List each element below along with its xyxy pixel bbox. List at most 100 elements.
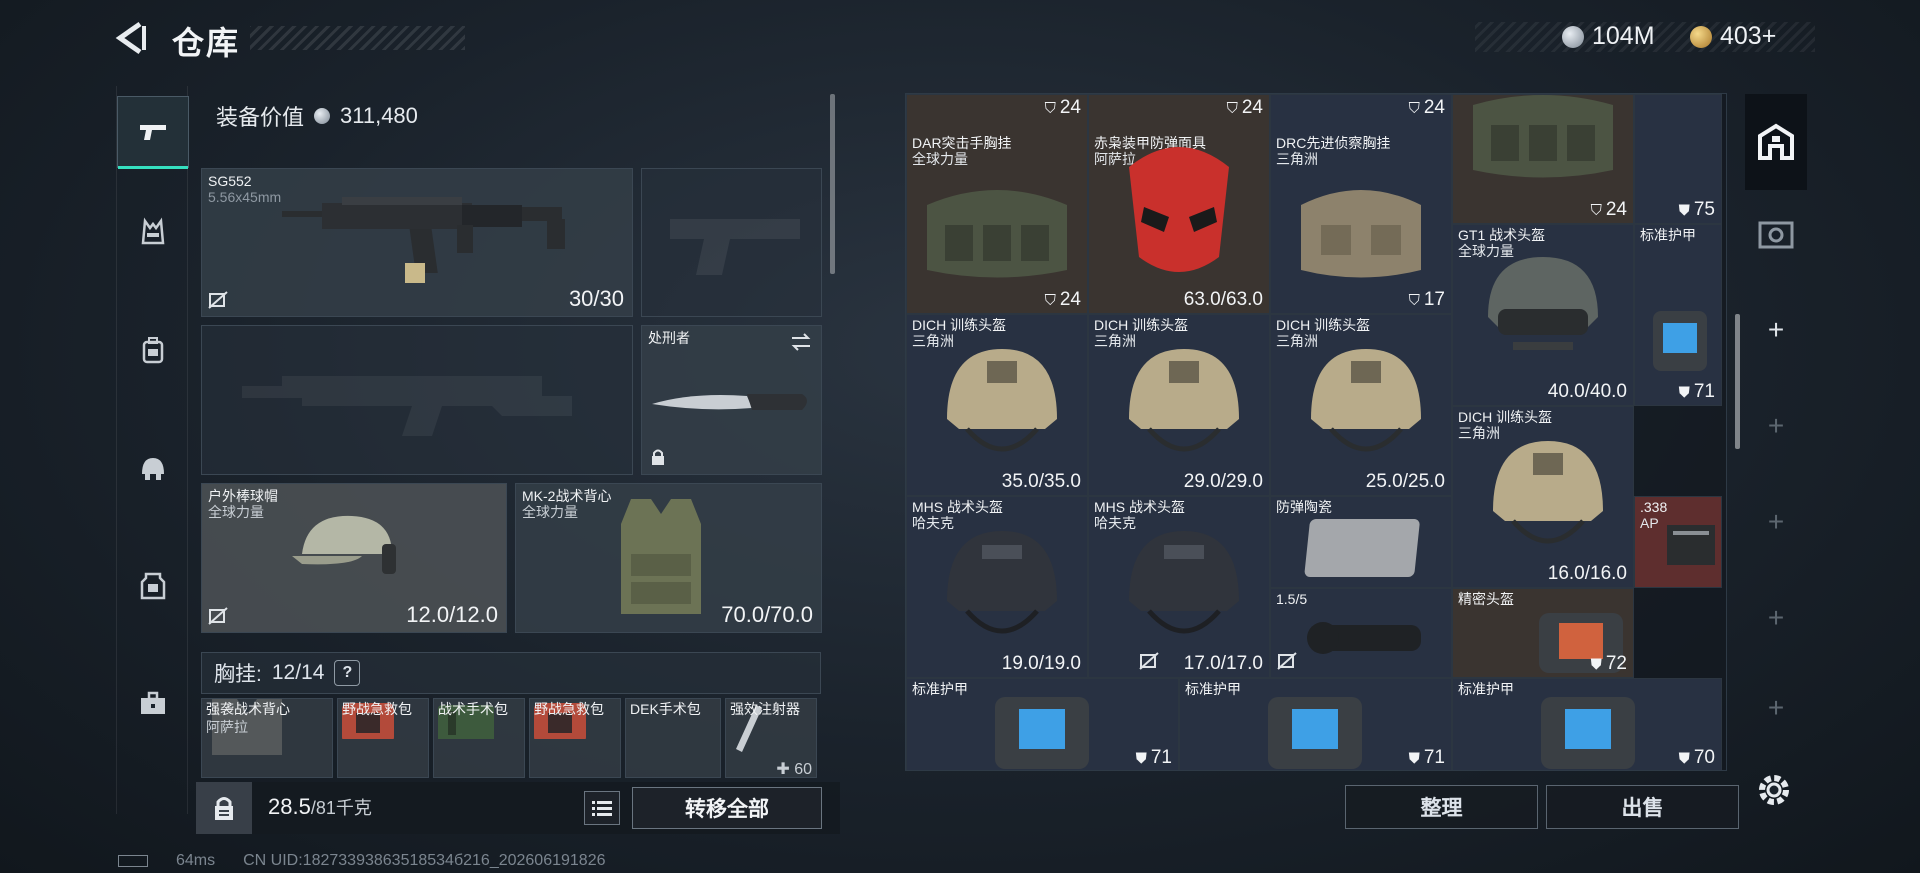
secondary-weapon-slot[interactable] — [641, 168, 822, 317]
armor-slot[interactable]: MK-2战术背心 全球力量 70.0/70.0 — [515, 483, 822, 633]
storage-item[interactable]: 精密头盔 ⛊ 72 — [1452, 588, 1634, 678]
add-warehouse-button[interactable]: + — [1745, 290, 1807, 370]
storage-item[interactable]: ⛉ 24 DAR突击手胸挂 全球力量 ⛉ 24 — [906, 94, 1088, 314]
transfer-all-button[interactable]: 转移全部 — [632, 787, 822, 829]
storage-item[interactable]: DICH 训练头盔 三角洲 16.0/16.0 — [1452, 406, 1634, 588]
plus-icon: + — [1767, 506, 1785, 537]
chest-rig-image — [1473, 95, 1613, 178]
sell-button[interactable]: 出售 — [1546, 785, 1739, 829]
item-name: 标准护甲 — [1640, 227, 1696, 243]
item-sub: AP — [1640, 515, 1659, 531]
rail-supplies[interactable] — [117, 668, 189, 740]
vest-image — [621, 499, 701, 614]
equipment-value: 装备价值 311,480 — [216, 100, 418, 132]
lock-icon — [652, 449, 664, 465]
storage-item[interactable]: 标准护甲 ⛊ 70 — [1452, 678, 1722, 770]
swap-icon[interactable] — [789, 332, 813, 352]
pistol-silhouette-icon — [670, 219, 800, 275]
add-warehouse-button[interactable]: + — [1745, 578, 1807, 658]
item-name: 精密头盔 — [1458, 591, 1514, 607]
warehouse-tab[interactable] — [1745, 94, 1807, 190]
lock-button[interactable] — [196, 782, 252, 834]
add-warehouse-button[interactable]: + — [1745, 482, 1807, 562]
storage-item[interactable]: MHS 战术头盔 哈夫克 19.0/19.0 — [906, 496, 1088, 678]
rail-chest-rig[interactable] — [117, 196, 189, 268]
item-count-top: ⛉ 24 — [1226, 97, 1263, 118]
storage-item[interactable]: ⛉ 24 DRC先进侦察胸挂 三角洲 ⛉ 17 — [1270, 94, 1452, 314]
add-warehouse-button[interactable]: + — [1745, 386, 1807, 466]
insurance-off-icon — [208, 291, 228, 309]
backup-weapon-slot[interactable] — [201, 325, 633, 475]
ceramic-plate-image — [1304, 519, 1420, 577]
item-name: DEK手术包 — [630, 701, 701, 717]
chest-rig-item[interactable]: 战术手术包 — [433, 698, 525, 778]
training-helmet-image — [947, 349, 1057, 452]
item-name: DRC先进侦察胸挂 — [1276, 135, 1391, 151]
storage-item[interactable]: MHS 战术头盔 哈夫克 17.0/17.0 — [1088, 496, 1270, 678]
chest-rig-capacity: 12/14 — [271, 661, 325, 684]
settings-gear-icon[interactable] — [1754, 770, 1794, 810]
rig-icon: ⛉ — [1226, 100, 1238, 117]
item-name: 野战急救包 — [342, 701, 412, 717]
helmet-durability: 12.0/12.0 — [406, 602, 498, 627]
item-durability: 63.0/63.0 — [1183, 289, 1263, 310]
pistol-icon — [140, 125, 166, 140]
help-button[interactable]: ? — [334, 660, 361, 686]
storage-item[interactable]: 标准护甲 ⛊ 71 — [1179, 678, 1452, 770]
storage-item[interactable]: GT1 战术头盔 全球力量 40.0/40.0 — [1452, 224, 1634, 406]
item-durability: 17.0/17.0 — [1183, 653, 1263, 674]
armor-case-image — [1541, 697, 1635, 769]
backpack-icon — [142, 337, 164, 364]
chest-rig-item[interactable]: 强袭战术背心 阿萨拉 — [201, 698, 333, 778]
list-view-button[interactable] — [584, 791, 620, 825]
equipment-value-label: 装备价值 — [216, 105, 305, 130]
add-warehouse-button[interactable]: + — [1745, 668, 1807, 748]
primary-weapon-slot[interactable]: SG552 5.56x45mm 30/30 — [201, 168, 633, 317]
storage-item[interactable]: DICH 训练头盔 三角洲 29.0/29.0 — [1088, 314, 1270, 496]
silver-currency[interactable]: 104M — [1562, 22, 1655, 51]
storage-item[interactable]: ⛊ 75 — [1634, 94, 1722, 224]
item-value: ✚ 60 — [776, 761, 812, 778]
item-value: ⛊ 70 — [1678, 747, 1715, 768]
storage-item[interactable]: 1.5/5 — [1270, 588, 1452, 678]
rail-helmet[interactable] — [117, 432, 189, 504]
item-value: ⛊ 75 — [1678, 199, 1715, 220]
helmet-slot[interactable]: 户外棒球帽 全球力量 12.0/12.0 — [201, 483, 507, 633]
storage-item[interactable]: 标准护甲 ⛊ 71 — [1634, 224, 1722, 406]
storage-scrollbar[interactable] — [1735, 314, 1740, 449]
chest-rig-item[interactable]: 强效注射器 ✚ 60 — [725, 698, 817, 778]
item-count-top: ⛉ 24 — [1408, 97, 1445, 118]
chest-rig-item[interactable]: 野战急救包 — [337, 698, 429, 778]
rig-icon: ⛉ — [1408, 100, 1420, 117]
storage-item[interactable]: 标准护甲 ⛊ 71 — [906, 678, 1179, 770]
tactical-helmet-image — [1488, 257, 1598, 350]
storage-item[interactable]: ⛉ 24 — [1452, 94, 1634, 224]
rail-armor[interactable] — [117, 550, 189, 622]
storage-item[interactable]: DICH 训练头盔 三角洲 25.0/25.0 — [1270, 314, 1452, 496]
item-name: DAR突击手胸挂 — [912, 135, 1012, 151]
equipment-value-amount: 311,480 — [340, 103, 418, 128]
back-button[interactable] — [112, 18, 152, 58]
item-name: MHS 战术头盔 — [1094, 499, 1185, 515]
equipment-scrollbar[interactable] — [830, 94, 835, 274]
storage-item[interactable]: ⛉ 24 赤枭装甲防弹面具 阿萨拉 63.0/63.0 — [1088, 94, 1270, 314]
chest-rig-item[interactable]: DEK手术包 — [625, 698, 721, 778]
item-faction: 阿萨拉 — [206, 719, 248, 735]
item-value: ⛉ 24 — [1044, 289, 1081, 310]
storage-item[interactable]: .338 AP — [1634, 496, 1722, 588]
plus-icon: + — [1767, 314, 1785, 345]
gold-currency[interactable]: 403+ — [1690, 22, 1776, 51]
showcase-tab[interactable] — [1745, 194, 1807, 274]
melee-slot[interactable]: 处刑者 — [641, 325, 822, 475]
storage-item[interactable]: DICH 训练头盔 三角洲 35.0/35.0 — [906, 314, 1088, 496]
storage-item[interactable]: 防弹陶瓷 — [1270, 496, 1452, 588]
rifle-image — [282, 197, 565, 283]
rail-backpack[interactable] — [117, 314, 189, 386]
sort-button[interactable]: 整理 — [1345, 785, 1538, 829]
training-helmet-image — [1129, 349, 1239, 452]
rail-weapons[interactable] — [117, 96, 189, 169]
item-name: GT1 战术头盔 — [1458, 227, 1546, 243]
chest-rig-item[interactable]: 野战急救包 — [529, 698, 621, 778]
ammo-box-image — [1667, 525, 1715, 565]
item-name: 强袭战术背心 — [206, 701, 290, 717]
